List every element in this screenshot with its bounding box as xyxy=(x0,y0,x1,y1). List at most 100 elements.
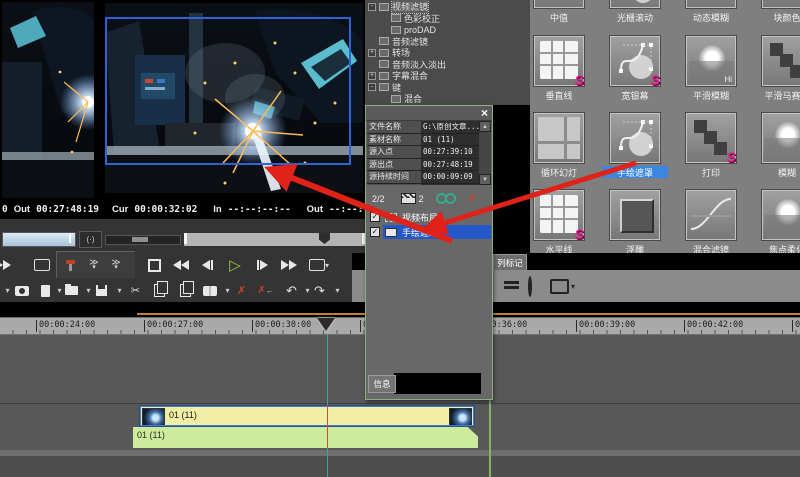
panel-scrollbar[interactable]: ▲ ▼ xyxy=(479,121,491,185)
effect-item-smooth-blur[interactable]: Hi xyxy=(686,36,736,86)
tree-item-title-mixer[interactable]: + 字幕混合 xyxy=(368,70,428,81)
save-project-button[interactable] xyxy=(94,283,109,298)
effect-item-horizontal-lines[interactable]: S xyxy=(534,190,584,240)
effect-item-hand-drawn-mask[interactable] xyxy=(610,113,660,163)
effect-item-emboss[interactable] xyxy=(610,190,660,240)
tree-item-video-filters[interactable]: - 视频滤镜 xyxy=(368,1,428,12)
effect-item-median[interactable] xyxy=(534,0,584,8)
fastforward-button[interactable] xyxy=(276,254,302,276)
ripple-delete-button[interactable]: ✗← xyxy=(258,283,273,298)
info-tab[interactable]: 信息 xyxy=(368,375,396,393)
effect-label[interactable]: 平滑马赛克 xyxy=(754,89,800,101)
reels-icon[interactable] xyxy=(436,193,456,204)
expander-icon[interactable]: - xyxy=(368,3,376,11)
effect-label[interactable]: 垂直线 xyxy=(530,89,592,101)
effect-item-print[interactable]: S xyxy=(686,113,736,163)
scroll-down-button[interactable]: ▼ xyxy=(479,174,491,185)
position-slider[interactable] xyxy=(183,232,366,247)
dropdown-icon[interactable]: ▾ xyxy=(330,283,345,298)
close-icon[interactable]: × xyxy=(481,106,488,120)
tree-item-transitions[interactable]: + 转场 xyxy=(368,47,410,58)
capture-button[interactable] xyxy=(60,254,80,276)
effect-label[interactable]: 平滑模糊 xyxy=(678,89,744,101)
shuttle-handle[interactable] xyxy=(132,237,148,242)
effect-label[interactable]: 打印 xyxy=(678,166,744,178)
tree-item-key[interactable]: - 键 xyxy=(368,82,401,93)
paste-button[interactable] xyxy=(178,283,193,298)
effect-item-motion-blur[interactable] xyxy=(686,0,736,8)
effect-item-vertical-lines[interactable]: S xyxy=(534,36,584,86)
play-button[interactable]: ▷ xyxy=(222,254,248,276)
effect-item-loop-slide[interactable] xyxy=(534,113,584,163)
new-sequence-button[interactable] xyxy=(38,283,53,298)
undo-button[interactable]: ↶ xyxy=(284,283,299,298)
dropdown-icon[interactable]: ▾ xyxy=(0,283,15,298)
effect-label[interactable]: 模糊 xyxy=(754,166,800,178)
sequence-marker-tab[interactable]: 列标记 xyxy=(493,254,527,270)
tree-item-color-correction[interactable]: 色彩校正 xyxy=(391,13,440,24)
video-clip[interactable]: 01 (11) xyxy=(140,406,474,426)
effect-item-widescreen[interactable]: S xyxy=(610,36,660,86)
effect-item-soft-focus[interactable]: S xyxy=(762,190,800,240)
effect-item-mix-filter[interactable] xyxy=(686,190,736,240)
shuttle-slider[interactable] xyxy=(105,235,181,245)
layer-row-video-layout[interactable]: ✓ 视频布局 xyxy=(366,210,492,224)
tree-item-blend[interactable]: 混合 xyxy=(391,93,422,104)
effect-label[interactable]: 浮雕 xyxy=(602,243,668,253)
playhead-marker[interactable] xyxy=(317,318,335,331)
tree-item-audio-filters[interactable]: 音频滤镜 xyxy=(379,36,428,47)
effect-label[interactable]: 水平线 xyxy=(530,243,592,253)
jog-control[interactable]: (·) xyxy=(79,231,102,248)
export-button[interactable]: ≫▾ xyxy=(84,254,104,276)
video-layout-box[interactable] xyxy=(105,17,351,165)
export-alt-button[interactable]: ≫▾ xyxy=(106,254,126,276)
capture-camera-button[interactable] xyxy=(14,283,29,298)
cut-button[interactable]: ✂ xyxy=(128,283,143,298)
effect-label[interactable]: 块颜色 xyxy=(754,11,800,23)
effect-label[interactable]: 中值 xyxy=(530,11,592,23)
stop-button[interactable] xyxy=(142,254,166,276)
position-handle[interactable] xyxy=(319,233,330,244)
fullscreen-preview-button[interactable]: ▾ xyxy=(304,254,334,276)
layer-row-hand-drawn-mask[interactable]: ✓ 手绘遮罩 xyxy=(366,225,492,239)
effect-item-block-color[interactable] xyxy=(762,0,800,8)
remove-effect-icon[interactable]: ✗ xyxy=(468,192,477,205)
tree-item-label: proDAD xyxy=(404,25,436,35)
display-mode-button[interactable] xyxy=(30,254,54,276)
effect-label[interactable]: 光栅滚动 xyxy=(602,11,668,23)
effect-item-blur[interactable]: Bl xyxy=(762,113,800,163)
color-correction-button[interactable] xyxy=(528,278,532,296)
expander-icon[interactable]: + xyxy=(368,49,376,57)
open-project-button[interactable] xyxy=(64,283,79,298)
effect-label[interactable]: 焦点柔化 xyxy=(754,243,800,253)
effect-item-raster-scroll[interactable] xyxy=(610,0,660,8)
dropdown-icon[interactable]: ▾ xyxy=(220,283,235,298)
redo-button[interactable]: ↷ xyxy=(312,283,327,298)
dropdown-icon[interactable]: ▾ xyxy=(112,283,127,298)
effect-label[interactable]: 动态模糊 xyxy=(678,11,744,23)
effect-item-smooth-mosaic[interactable] xyxy=(762,36,800,86)
expander-icon[interactable]: + xyxy=(368,72,376,80)
effect-label-selected[interactable]: 手绘遮罩 xyxy=(602,166,668,178)
audio-clip[interactable]: 01 (11) xyxy=(133,427,478,448)
tree-item-audio-fade[interactable]: 音频淡入淡出 xyxy=(379,59,446,70)
effect-label[interactable]: 混合滤镜 xyxy=(678,243,744,253)
checkbox-checked[interactable]: ✓ xyxy=(370,212,380,222)
fastforward-button-partial[interactable] xyxy=(0,254,16,276)
delete-button[interactable]: ✗ xyxy=(234,283,249,298)
tree-item-prodad[interactable]: proDAD xyxy=(391,24,436,35)
previous-frame-button[interactable] xyxy=(196,254,220,276)
monitor-mode-button[interactable]: ▾ xyxy=(550,279,575,294)
scroll-up-button[interactable]: ▲ xyxy=(479,121,491,132)
panel-titlebar[interactable]: × xyxy=(366,106,492,121)
effects-tree: - 视频滤镜 色彩校正 proDAD 音频滤镜 + 转场 音频淡入淡出 + xyxy=(365,0,530,105)
bin-button[interactable] xyxy=(202,283,217,298)
rewind-button[interactable] xyxy=(168,254,194,276)
effect-label[interactable]: 循环幻灯 xyxy=(530,166,592,178)
checkbox-checked[interactable]: ✓ xyxy=(370,227,380,237)
expander-icon[interactable]: - xyxy=(368,83,376,91)
effect-label[interactable]: 宽银幕 xyxy=(602,89,668,101)
copy-button[interactable] xyxy=(152,283,167,298)
clapper-icon[interactable] xyxy=(401,193,416,204)
next-frame-button[interactable] xyxy=(250,254,274,276)
